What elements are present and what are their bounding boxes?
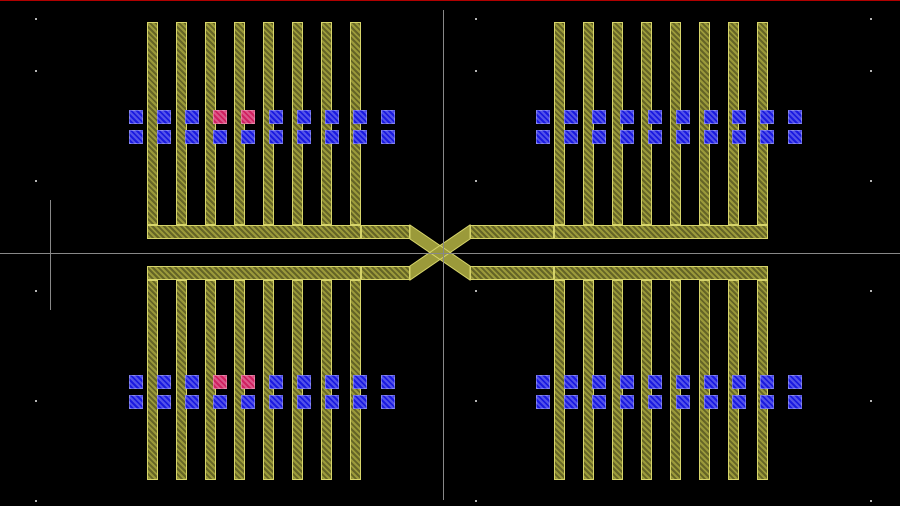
grid-dot (870, 290, 872, 292)
grid-dot (35, 290, 37, 292)
grid-dot (870, 500, 872, 502)
grid-vline (50, 200, 51, 310)
grid-dot (870, 18, 872, 20)
grid-dot (475, 500, 477, 502)
grid-dot (475, 70, 477, 72)
grid-dot (870, 180, 872, 182)
grid-dot (870, 400, 872, 402)
grid-dot (475, 400, 477, 402)
grid-hline (0, 253, 900, 254)
grid-vline (443, 10, 444, 500)
grid-dot (475, 180, 477, 182)
grid-dot (870, 70, 872, 72)
grid-dot (475, 18, 477, 20)
grid-dot (35, 500, 37, 502)
grid-dot (475, 290, 477, 292)
grid-dot (35, 70, 37, 72)
grid-dot (35, 180, 37, 182)
grid-dot (35, 400, 37, 402)
grid-dot (35, 18, 37, 20)
layout-canvas[interactable] (0, 0, 900, 506)
